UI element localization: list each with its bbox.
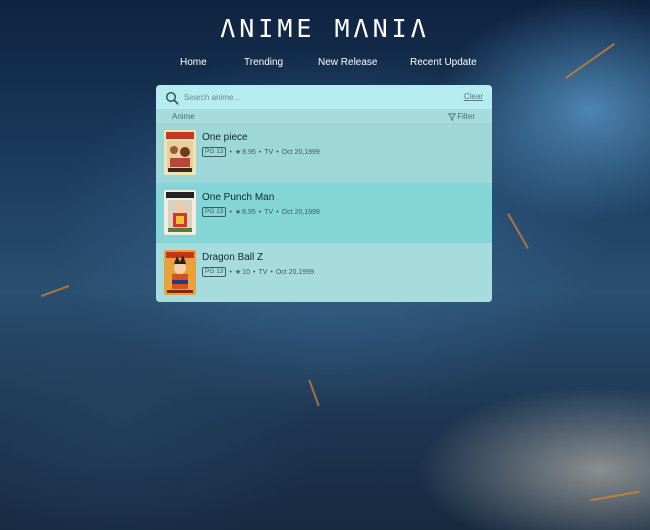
anime-type: TV — [264, 148, 274, 156]
star-icon: ★ — [234, 269, 242, 276]
star-icon: ★ — [234, 149, 242, 156]
separator: • — [258, 148, 262, 156]
search-bar: Clear — [156, 85, 492, 109]
results-header: Anime Filter — [156, 109, 492, 123]
anime-score: 10 — [242, 268, 250, 276]
anime-title: One piece — [202, 132, 248, 143]
anime-air-date: Oct 20,1999 — [281, 148, 320, 156]
anime-type: TV — [264, 208, 274, 216]
separator: • — [229, 268, 232, 276]
age-rating-badge: PG 13 — [202, 147, 227, 157]
anime-score: 8.95 — [242, 208, 256, 216]
anime-meta: PG 13 • ★ 8.95 • TV • Oct 20,1999 — [202, 207, 320, 217]
nav-trending[interactable]: Trending — [244, 57, 283, 68]
nav-home[interactable]: Home — [180, 57, 207, 68]
list-item[interactable]: Dragon Ball Z PG 13 • ★ 10 • TV • Oct 20… — [156, 243, 492, 302]
anime-air-date: Oct 20,1999 — [281, 208, 320, 216]
anime-title: One Punch Man — [202, 192, 275, 203]
filter-label: Filter — [457, 112, 475, 121]
separator: • — [258, 208, 262, 216]
anime-air-date: Oct 20,1999 — [275, 268, 314, 276]
filter-button[interactable]: Filter — [448, 112, 475, 121]
search-input[interactable] — [184, 90, 444, 104]
anime-meta: PG 13 • ★ 10 • TV • Oct 20,1999 — [202, 267, 314, 277]
results-category-label: Anime — [172, 112, 195, 121]
nav-new-release[interactable]: New Release — [318, 57, 377, 68]
anime-meta: PG 13 • ★ 8.95 • TV • Oct 20,1999 — [202, 147, 320, 157]
separator: • — [276, 148, 279, 156]
anime-cover-thumbnail — [164, 130, 196, 175]
clear-button[interactable]: Clear — [464, 92, 483, 101]
nav-recent-update[interactable]: Recent Update — [410, 57, 477, 68]
anime-type: TV — [258, 268, 268, 276]
anime-cover-thumbnail — [164, 190, 196, 235]
list-item[interactable]: One piece PG 13 • ★ 8.95 • TV • Oct 20,1… — [156, 123, 492, 183]
age-rating-badge: PG 13 — [202, 207, 227, 217]
separator: • — [276, 208, 279, 216]
anime-title: Dragon Ball Z — [202, 252, 264, 263]
app-title: ΛNIME MΛNIΛ — [220, 14, 430, 43]
age-rating-badge: PG 13 — [202, 267, 227, 277]
anime-score: 8.95 — [242, 148, 256, 156]
main-nav: Home Trending New Release Recent Update — [0, 57, 650, 71]
anime-cover-thumbnail — [164, 250, 196, 295]
page: ΛNIME MΛNIΛ Home Trending New Release Re… — [0, 0, 650, 530]
star-icon: ★ — [234, 209, 242, 216]
list-item[interactable]: One Punch Man PG 13 • ★ 8.95 • TV • Oct … — [156, 183, 492, 243]
search-icon[interactable] — [165, 90, 179, 105]
search-panel: Clear Anime Filter — [156, 85, 492, 302]
separator: • — [229, 208, 232, 216]
filter-icon — [448, 112, 457, 121]
separator: • — [270, 268, 273, 276]
separator: • — [229, 148, 232, 156]
separator: • — [252, 268, 256, 276]
